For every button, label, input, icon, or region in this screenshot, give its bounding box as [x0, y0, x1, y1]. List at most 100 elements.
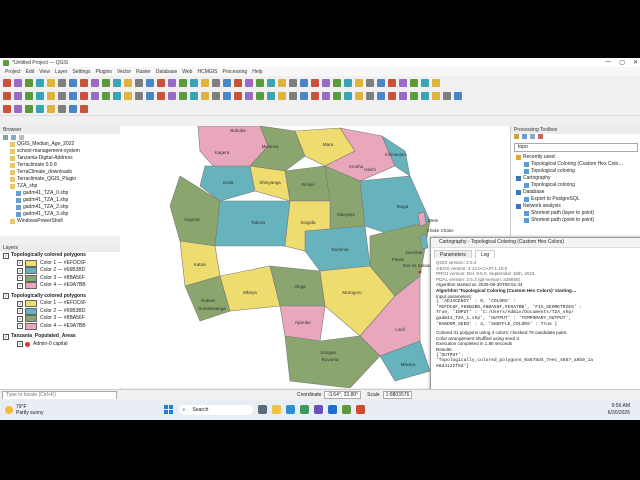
toolbar-button[interactable]	[14, 104, 22, 113]
toolbar-button[interactable]	[443, 91, 451, 100]
layer-checkbox[interactable]: ✓	[3, 333, 9, 340]
toolbar-button[interactable]	[157, 91, 165, 100]
menu-processing[interactable]: Processing	[222, 69, 247, 75]
legend-checkbox[interactable]: ✓	[17, 315, 23, 322]
toolbar-button[interactable]	[278, 91, 286, 100]
toolbar-button[interactable]	[421, 78, 429, 87]
toolbar-button[interactable]	[322, 91, 330, 100]
toolbar-button[interactable]	[234, 78, 242, 87]
menu-layer[interactable]: Layer	[55, 69, 68, 75]
layer-group[interactable]: ✓ Topologically colored polygons	[3, 252, 120, 260]
toolbar-button[interactable]	[146, 91, 154, 100]
toolbar-button[interactable]	[410, 91, 418, 100]
legend-item[interactable]: ✓ Color 1 — #EFDC6F	[3, 300, 120, 308]
toolbar-button[interactable]	[135, 78, 143, 87]
legend-checkbox[interactable]: ✓	[17, 282, 23, 289]
gear-icon[interactable]	[514, 134, 519, 139]
toolbar-button[interactable]	[179, 78, 187, 87]
legend-checkbox[interactable]: ✓	[17, 341, 23, 348]
toolbar-button[interactable]	[300, 91, 308, 100]
menu-web[interactable]: Web	[182, 69, 192, 75]
toolbar-button[interactable]	[256, 91, 264, 100]
tab-log[interactable]: Log	[474, 250, 496, 258]
chrome-icon[interactable]	[299, 405, 309, 414]
legend-item[interactable]: ✓ Color 3 — #8BA56F	[3, 275, 120, 283]
toolbar-button[interactable]	[256, 78, 264, 87]
toolbar-button[interactable]	[267, 91, 275, 100]
toolbar-button[interactable]	[421, 91, 429, 100]
task-view-icon[interactable]	[257, 405, 267, 414]
toolbar-button[interactable]	[245, 78, 253, 87]
toolbar-button[interactable]	[223, 91, 231, 100]
toolbar-button[interactable]	[146, 78, 154, 87]
maximize-button[interactable]: ▢	[619, 59, 625, 66]
tree-item[interactable]: WindowsPowerShell	[10, 218, 120, 225]
menu-plugins[interactable]: Plugins	[96, 69, 112, 75]
toolbar-button[interactable]	[91, 91, 99, 100]
toolbar-button[interactable]	[69, 91, 77, 100]
toolbar-button[interactable]	[190, 78, 198, 87]
toolbox-algorithm[interactable]: Shortest path (layer to point)	[516, 210, 640, 217]
legend-item[interactable]: ✓ Color 2 — #66B3BD	[3, 267, 120, 275]
toolbar-button[interactable]	[80, 78, 88, 87]
toolbar-button[interactable]	[58, 104, 66, 113]
toolbar-button[interactable]	[311, 91, 319, 100]
toolbox-algorithm[interactable]: Shortest path (point to point)	[516, 217, 640, 224]
start-button[interactable]	[163, 405, 173, 414]
tree-item[interactable]: Terraclimate 0.0.8	[10, 162, 120, 169]
toolbar-button[interactable]	[25, 104, 33, 113]
toolbar-button[interactable]	[58, 91, 66, 100]
legend-item[interactable]: ✓ Color 4 — #E9A7BB	[3, 323, 120, 331]
tree-item[interactable]: Tanzania-Digital-Address	[10, 155, 120, 162]
toolbar-button[interactable]	[168, 78, 176, 87]
collapse-icon[interactable]	[19, 135, 24, 140]
tree-item[interactable]: TZA_shp	[10, 183, 120, 190]
toolbox-algorithm[interactable]: Export to PostgreSQL	[516, 196, 640, 203]
weather-widget[interactable]: 79°F Partly sunny	[16, 404, 44, 416]
toolbar-button[interactable]	[3, 78, 11, 87]
toolbar-button[interactable]	[3, 104, 11, 113]
toolbar-button[interactable]	[399, 78, 407, 87]
toolbar-button[interactable]	[311, 78, 319, 87]
toolbar-button[interactable]	[300, 78, 308, 87]
toolbar-button[interactable]	[289, 78, 297, 87]
toolbar-button[interactable]	[113, 91, 121, 100]
legend-checkbox[interactable]: ✓	[17, 267, 23, 274]
legend-checkbox[interactable]: ✓	[17, 308, 23, 315]
toolbar-button[interactable]	[80, 91, 88, 100]
toolbar-button[interactable]	[14, 78, 22, 87]
toolbar-button[interactable]	[333, 91, 341, 100]
legend-checkbox[interactable]: ✓	[17, 275, 23, 282]
toolbar-button[interactable]	[157, 78, 165, 87]
toolbar-button[interactable]	[69, 104, 77, 113]
toolbar-button[interactable]	[355, 91, 363, 100]
toolbar-button[interactable]	[47, 78, 55, 87]
legend-checkbox[interactable]: ✓	[17, 260, 23, 267]
toolbar-button[interactable]	[102, 78, 110, 87]
history-icon[interactable]	[522, 134, 527, 139]
weather-icon[interactable]	[5, 405, 13, 414]
toolbar-button[interactable]	[190, 91, 198, 100]
toolbox-group[interactable]: Recently used	[516, 154, 640, 161]
legend-item[interactable]: ✓ Color 1 — #EFDC6F	[3, 260, 120, 268]
legend-item[interactable]: ✓ Color 3 — #8BA56F	[3, 315, 120, 323]
tree-item[interactable]: gadm41_TZA_1.shp	[10, 197, 120, 204]
legend-checkbox[interactable]: ✓	[17, 323, 23, 330]
toolbar-button[interactable]	[377, 78, 385, 87]
menu-project[interactable]: Project	[5, 69, 21, 75]
toolbar-button[interactable]	[355, 78, 363, 87]
menu-settings[interactable]: Settings	[72, 69, 90, 75]
menu-vector[interactable]: Vector	[117, 69, 131, 75]
toolbar-button[interactable]	[454, 91, 462, 100]
close-button[interactable]: ✕	[633, 59, 638, 66]
toolbar-button[interactable]	[201, 91, 209, 100]
layer-checkbox[interactable]: ✓	[3, 293, 9, 300]
layer-group[interactable]: ✓ Tanzania_Populated_Areas	[3, 333, 120, 341]
toolbox-algorithm[interactable]: Topological coloring	[516, 182, 640, 189]
vscode-icon[interactable]	[327, 405, 337, 414]
layer-checkbox[interactable]: ✓	[3, 252, 9, 259]
tree-item[interactable]: Terraclimate_QGIS_Plugin	[10, 176, 120, 183]
tree-item[interactable]: gadm41_TZA_0.shp	[10, 190, 120, 197]
toolbar-button[interactable]	[113, 78, 121, 87]
toolbar-button[interactable]	[212, 91, 220, 100]
